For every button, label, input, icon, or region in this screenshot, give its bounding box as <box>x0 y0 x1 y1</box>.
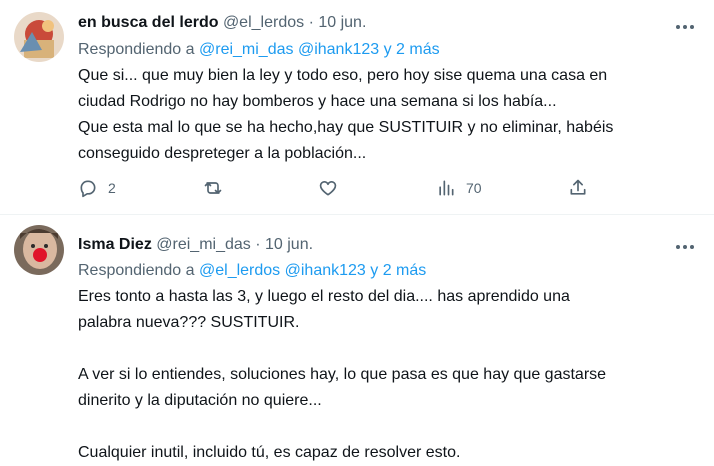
tweet-text-line: palabra nueva??? SUSTITUIR. <box>78 314 300 331</box>
reply-mentions[interactable]: @el_lerdos @ihank123 y 2 más <box>199 262 426 279</box>
tweet-header: en busca del lerdo @el_lerdos · 10 jun. <box>78 13 366 33</box>
replying-to: Respondiendo a @el_lerdos @ihank123 y 2 … <box>78 261 426 281</box>
tweet-text-line: Que si... que muy bien la ley y todo eso… <box>78 67 608 84</box>
separator: · <box>255 236 261 253</box>
reply-count: 2 <box>108 180 116 196</box>
replying-to-label: Respondiendo a <box>78 41 195 58</box>
tweet-date[interactable]: 10 jun. <box>265 236 313 253</box>
tweet-date[interactable]: 10 jun. <box>318 14 366 31</box>
tweet-text-line: Cualquier inutil, incluido tú, es capaz … <box>78 444 461 461</box>
avatar[interactable] <box>14 12 64 62</box>
tweet-actions: 2 70 <box>78 176 598 200</box>
retweet-button[interactable] <box>202 176 234 200</box>
retweet-icon <box>202 178 224 198</box>
reply-button[interactable]: 2 <box>78 176 116 200</box>
user-handle[interactable]: @el_lerdos <box>223 14 304 31</box>
reply-mentions[interactable]: @rei_mi_das @ihank123 y 2 más <box>199 41 440 58</box>
tweet[interactable]: Isma Diez @rei_mi_das · 10 jun. Respondi… <box>0 215 714 461</box>
tweet-text-line: conseguido despreteger a la población... <box>78 145 367 162</box>
like-button[interactable] <box>318 176 348 200</box>
tweet-text-line: ciudad Rodrigo no hay bomberos y hace un… <box>78 93 557 110</box>
avatar[interactable] <box>14 225 64 275</box>
user-handle[interactable]: @rei_mi_das <box>156 236 251 253</box>
views-icon <box>436 178 456 198</box>
tweet-text-line: dinerito y la diputación no quiere... <box>78 392 322 409</box>
replying-to-label: Respondiendo a <box>78 262 195 279</box>
separator: · <box>308 14 314 31</box>
like-icon <box>318 178 338 198</box>
view-count: 70 <box>466 180 482 196</box>
replying-to: Respondiendo a @rei_mi_das @ihank123 y 2… <box>78 40 440 60</box>
tweet-text: Eres tonto a hasta las 3, y luego el res… <box>78 284 678 466</box>
tweet-text-line: Que esta mal lo que se ha hecho,hay que … <box>78 119 614 136</box>
tweet-text: Que si... que muy bien la ley y todo eso… <box>78 63 678 167</box>
tweet[interactable]: en busca del lerdo @el_lerdos · 10 jun. … <box>0 0 714 215</box>
display-name[interactable]: Isma Diez <box>78 236 152 253</box>
tweet-text-line: A ver si lo entiendes, soluciones hay, l… <box>78 366 607 383</box>
more-icon[interactable] <box>674 19 696 29</box>
reply-icon <box>78 178 98 198</box>
tweet-text-line: Eres tonto a hasta las 3, y luego el res… <box>78 288 570 305</box>
share-button[interactable] <box>568 176 588 200</box>
share-icon <box>568 178 588 198</box>
views-button[interactable]: 70 <box>436 176 482 200</box>
display-name[interactable]: en busca del lerdo <box>78 14 218 31</box>
tweet-header: Isma Diez @rei_mi_das · 10 jun. <box>78 235 313 255</box>
more-icon[interactable] <box>674 239 696 249</box>
